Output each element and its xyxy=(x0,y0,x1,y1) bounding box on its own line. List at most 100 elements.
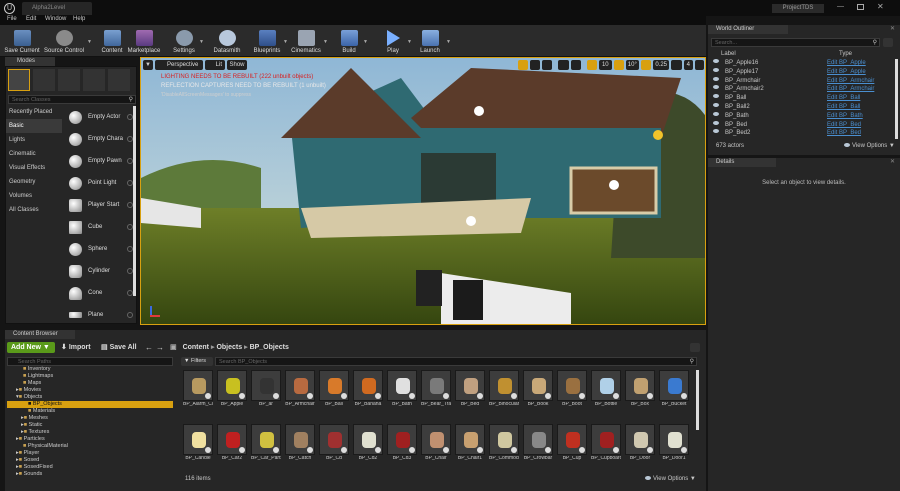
place-mode-icon[interactable] xyxy=(8,69,30,91)
play-button[interactable]: Play xyxy=(380,25,406,57)
outliner-settings-icon[interactable] xyxy=(883,38,893,47)
asset-tile[interactable]: BP_Crowbar xyxy=(523,424,553,466)
asset-grid-scrollbar[interactable] xyxy=(696,370,699,430)
class-empty-character[interactable]: Empty Chara xyxy=(65,128,137,150)
rotate-tool-icon[interactable] xyxy=(530,60,541,70)
outliner-row[interactable]: BP_Apple17 Edit BP_Apple xyxy=(708,67,894,77)
eye-icon[interactable] xyxy=(713,111,719,116)
eye-icon[interactable] xyxy=(713,59,719,63)
history-forward-icon[interactable]: → xyxy=(156,342,164,353)
grid-snap-value[interactable]: 10 xyxy=(598,60,612,70)
cinematics-button[interactable]: Cinematics xyxy=(289,25,323,57)
outliner-row[interactable]: BP_Ball2 Edit BP_Ball xyxy=(708,102,894,112)
move-tool-icon[interactable] xyxy=(518,60,529,70)
folder-item[interactable]: ▸■ Sosed xyxy=(7,457,173,464)
asset-tile[interactable]: BP_Boot xyxy=(557,370,587,412)
asset-tile[interactable]: BP_Commode xyxy=(489,424,519,466)
category-recently-placed[interactable]: Recently Placed xyxy=(6,105,62,119)
class-sphere[interactable]: Sphere xyxy=(65,238,137,260)
class-plane[interactable]: Plane xyxy=(65,304,137,326)
rotation-snap-icon[interactable] xyxy=(613,60,624,70)
eye-icon[interactable] xyxy=(713,120,719,125)
asset-tile[interactable]: BP_Car_Parts xyxy=(251,424,281,466)
camera-speed-value[interactable]: 4 xyxy=(683,60,693,70)
history-back-icon[interactable]: ← xyxy=(145,342,153,353)
asset-tile[interactable]: BP_Cd xyxy=(319,424,349,466)
outliner-row[interactable]: BP_Ball Edit BP_Ball xyxy=(708,94,894,103)
asset-tile[interactable]: BP_Bed xyxy=(455,370,485,412)
eye-icon[interactable] xyxy=(713,94,719,99)
category-lights[interactable]: Lights xyxy=(6,133,62,147)
category-all-classes[interactable]: All Classes xyxy=(6,203,62,217)
outliner-search-input[interactable]: Search... ⚲ xyxy=(711,38,880,47)
asset-search-input[interactable]: Search BP_Objects ⚲ xyxy=(215,357,697,366)
outliner-row[interactable]: BP_Bed Edit BP_Bed xyxy=(708,120,894,130)
scale-tool-icon[interactable] xyxy=(542,60,553,70)
asset-tile[interactable]: BP_Cd2 xyxy=(353,424,383,466)
category-basic[interactable]: Basic xyxy=(6,119,62,133)
folder-item[interactable]: ▸■ Movies xyxy=(7,387,173,394)
actor-type-link[interactable]: Edit BP_Apple xyxy=(827,68,866,77)
show-button[interactable]: Show xyxy=(227,60,247,70)
asset-tile[interactable]: BP_Door xyxy=(625,424,655,466)
breadcrumb-bp-objects[interactable]: BP_Objects xyxy=(250,344,289,351)
camera-speed-icon[interactable] xyxy=(671,60,682,70)
class-cylinder[interactable]: Cylinder xyxy=(65,260,137,282)
actor-type-link[interactable]: Edit BP_Ball xyxy=(827,103,860,112)
class-empty-pawn[interactable]: Empty Pawn xyxy=(65,150,137,172)
folder-item[interactable]: ■ Inventory xyxy=(7,366,173,373)
actor-type-link[interactable]: Edit BP_Armchair xyxy=(827,85,874,94)
asset-tile[interactable]: BP_Ball xyxy=(319,370,349,412)
source-control-button[interactable]: Source Control xyxy=(42,25,86,57)
maximize-viewport-icon[interactable] xyxy=(694,60,705,70)
folder-item[interactable]: ▸■ Meshes xyxy=(7,415,173,422)
asset-tile[interactable]: BP_Box xyxy=(625,370,655,412)
modes-tab[interactable]: Modes xyxy=(5,57,55,66)
actor-type-link[interactable]: Edit BP_Armchair xyxy=(827,77,874,86)
info-icon[interactable] xyxy=(127,312,133,318)
asset-tile[interactable]: BP_Bear_Trap xyxy=(421,370,451,412)
eye-icon[interactable] xyxy=(713,102,719,107)
asset-tile[interactable]: BP_Candle xyxy=(183,424,213,466)
class-point-light[interactable]: Point Light xyxy=(65,172,137,194)
content-button[interactable]: Content xyxy=(98,25,126,57)
class-empty-actor[interactable]: Empty Actor xyxy=(65,106,137,128)
type-column-header[interactable]: Type xyxy=(839,50,852,58)
label-column-header[interactable]: Label xyxy=(721,50,736,58)
menu-edit[interactable]: Edit xyxy=(26,16,36,22)
outliner-row[interactable]: BP_Bath Edit BP_Bath xyxy=(708,111,894,121)
unreal-logo-icon[interactable]: U xyxy=(4,3,15,14)
level-viewport[interactable]: ▼ Perspective Lit Show LIGHTING NEEDS TO… xyxy=(140,57,706,325)
breadcrumb-objects[interactable]: Objects xyxy=(216,344,242,351)
geometry-mode-icon[interactable] xyxy=(108,69,130,91)
category-volumes[interactable]: Volumes xyxy=(6,189,62,203)
toggle-sources-icon[interactable] xyxy=(690,343,700,352)
content-browser-tab[interactable]: Content Browser xyxy=(5,330,75,339)
folder-item[interactable]: ▸■ Static xyxy=(7,422,173,429)
asset-tile[interactable]: BP_Book xyxy=(523,370,553,412)
maximize-button[interactable] xyxy=(857,4,864,10)
class-player-start[interactable]: Player Start xyxy=(65,194,137,216)
blueprints-button[interactable]: Blueprints xyxy=(250,25,284,57)
asset-tile[interactable]: BP_Cup xyxy=(557,424,587,466)
paint-mode-icon[interactable] xyxy=(33,69,55,91)
minimize-button[interactable]: — xyxy=(837,3,844,10)
perspective-button[interactable]: Perspective xyxy=(155,60,203,70)
outliner-row[interactable]: BP_Armchair2 Edit BP_Armchair xyxy=(708,85,894,94)
details-tab[interactable]: Details xyxy=(708,158,776,167)
outliner-view-options[interactable]: View Options ▼ xyxy=(844,143,895,149)
asset-tile[interactable]: BP_Alarm_Clock xyxy=(183,370,213,412)
world-space-icon[interactable] xyxy=(558,60,569,70)
folder-item[interactable]: ■ PhysicalMaterial xyxy=(7,443,173,450)
asset-tile[interactable]: BP_Car2 xyxy=(217,424,247,466)
asset-tile[interactable]: BP_Apple xyxy=(217,370,247,412)
close-button[interactable]: ✕ xyxy=(877,2,884,11)
content-view-options[interactable]: View Options ▼ xyxy=(645,476,696,482)
outliner-row[interactable]: BP_Armchair Edit BP_Armchair xyxy=(708,76,894,86)
foliage-mode-icon[interactable] xyxy=(83,69,105,91)
menu-window[interactable]: Window xyxy=(45,16,66,22)
source-control-caret-icon[interactable]: ▼ xyxy=(87,39,92,45)
actor-type-link[interactable]: Edit BP_Bed xyxy=(827,121,861,130)
class-cube[interactable]: Cube xyxy=(65,216,137,238)
blueprints-caret-icon[interactable]: ▼ xyxy=(283,39,288,45)
